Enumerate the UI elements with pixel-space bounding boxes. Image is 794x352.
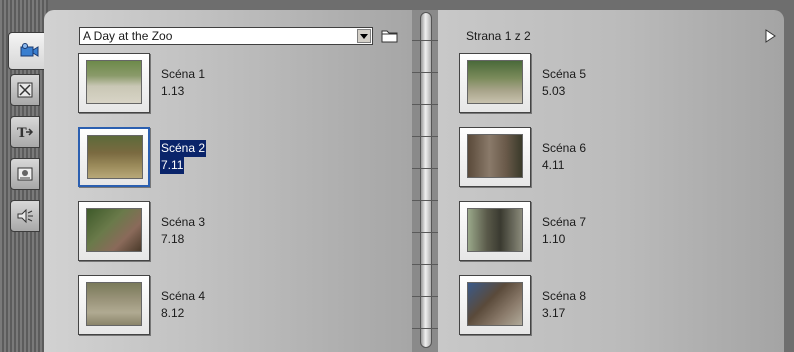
- album-dropdown[interactable]: A Day at the Zoo: [79, 27, 373, 45]
- dropdown-arrow-button[interactable]: [357, 29, 371, 43]
- scene-name: Scéna 3: [161, 215, 206, 229]
- scene-thumbnail[interactable]: [78, 53, 150, 113]
- scene-thumbnail[interactable]: [459, 127, 531, 187]
- scene-name: Scéna 6: [542, 141, 587, 155]
- scene-thumbnail-image: [86, 60, 142, 104]
- scene-duration: 3.17: [542, 306, 566, 320]
- tab-photos[interactable]: [10, 158, 40, 190]
- scene-thumbnail[interactable]: [78, 201, 150, 261]
- scene-thumbnail[interactable]: [78, 275, 150, 335]
- scene-duration: 1.13: [161, 84, 185, 98]
- svg-text:T: T: [17, 126, 27, 141]
- scene-thumbnail-image: [86, 208, 142, 252]
- scene-thumbnail[interactable]: [459, 275, 531, 335]
- scene-duration: 7.18: [161, 232, 185, 246]
- tab-video-scenes[interactable]: [8, 32, 49, 70]
- scene-6[interactable]: Scéna 6 4.11: [459, 127, 719, 189]
- page-indicator: Strana 1 z 2: [466, 29, 531, 43]
- video-camera-icon: [20, 43, 39, 57]
- scene-thumbnail-image: [86, 282, 142, 326]
- scene-duration: 8.12: [161, 306, 185, 320]
- folder-icon[interactable]: [381, 28, 399, 44]
- album-window: T A Day at the Zoo Strana 1 z 2 Scéna 1 …: [0, 0, 794, 352]
- photo-icon: [17, 167, 33, 181]
- scene-duration: 4.11: [542, 158, 565, 172]
- scene-name: Scéna 5: [542, 67, 587, 81]
- scene-name: Scéna 1: [161, 67, 206, 81]
- scene-thumbnail-image: [467, 134, 523, 178]
- scene-1[interactable]: Scéna 1 1.13: [78, 53, 338, 115]
- scene-2[interactable]: Scéna 2 7.11: [78, 127, 338, 189]
- scene-name: Scéna 8: [542, 289, 587, 303]
- scene-duration: 5.03: [542, 84, 566, 98]
- scene-7[interactable]: Scéna 7 1.10: [459, 201, 719, 263]
- scene-thumbnail[interactable]: [78, 127, 150, 187]
- chevron-down-icon: [360, 33, 368, 39]
- tab-transitions[interactable]: [10, 74, 40, 106]
- scene-3[interactable]: Scéna 3 7.18: [78, 201, 338, 263]
- title-icon: T: [17, 126, 34, 141]
- scene-name: Scéna 4: [161, 289, 206, 303]
- binding-ring: [420, 12, 432, 348]
- scene-thumbnail-image: [467, 60, 523, 104]
- scene-5[interactable]: Scéna 5 5.03: [459, 53, 719, 115]
- scene-8[interactable]: Scéna 8 3.17: [459, 275, 719, 337]
- scene-name: Scéna 2: [160, 140, 207, 157]
- scene-thumbnail-image: [467, 208, 523, 252]
- scene-duration: 1.10: [542, 232, 566, 246]
- scene-thumbnail-image: [467, 282, 523, 326]
- next-page-arrow-icon[interactable]: [763, 29, 777, 43]
- scene-thumbnail-image: [87, 135, 143, 179]
- scene-thumbnail[interactable]: [459, 53, 531, 113]
- tab-titles[interactable]: T: [10, 116, 40, 148]
- tab-sound-effects[interactable]: [10, 200, 40, 232]
- sound-effects-icon: [17, 208, 33, 224]
- transitions-icon: [17, 82, 33, 98]
- album-tab-strip: T: [0, 0, 49, 352]
- scene-thumbnail[interactable]: [459, 201, 531, 261]
- scene-duration: 7.11: [160, 157, 185, 174]
- scene-name: Scéna 7: [542, 215, 587, 229]
- album-dropdown-value: A Day at the Zoo: [83, 29, 173, 43]
- scene-4[interactable]: Scéna 4 8.12: [78, 275, 338, 337]
- album-binding: [412, 10, 438, 352]
